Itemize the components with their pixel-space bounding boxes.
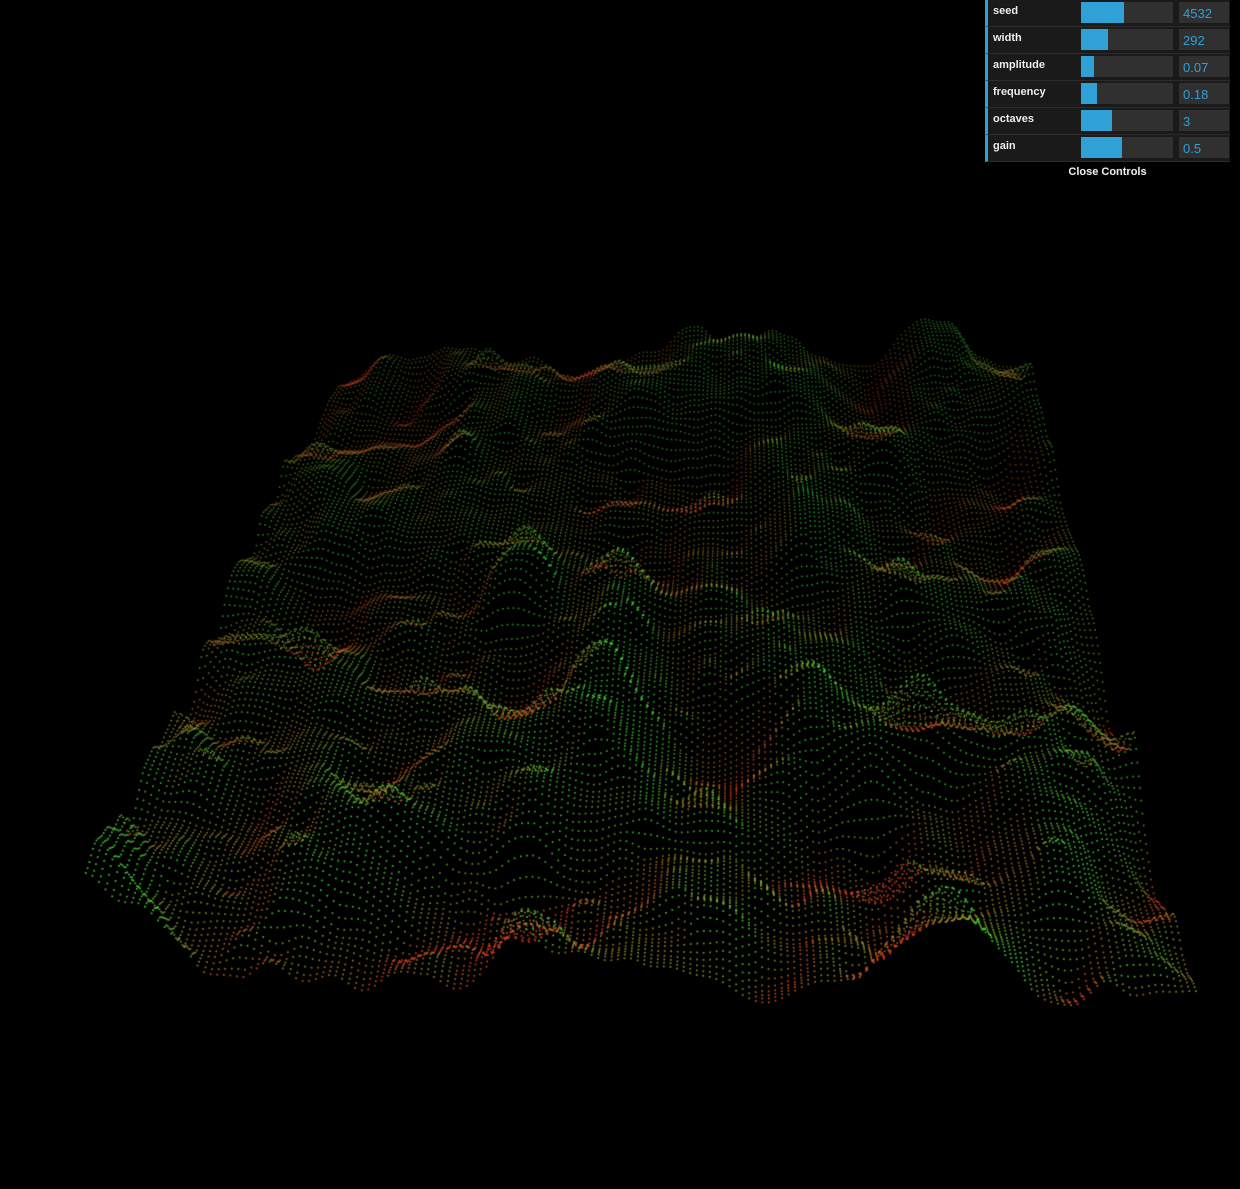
gain-slider[interactable] <box>1081 137 1173 158</box>
frequency-slider[interactable] <box>1081 83 1173 104</box>
control-label-seed: seed <box>993 5 1019 17</box>
width-slider[interactable] <box>1081 29 1173 50</box>
control-label-gain: gain <box>993 140 1016 152</box>
octaves-input[interactable] <box>1179 110 1229 131</box>
amplitude-input[interactable] <box>1179 56 1229 77</box>
frequency-slider-fill <box>1081 83 1097 104</box>
width-input[interactable] <box>1179 29 1229 50</box>
gain-slider-fill <box>1081 137 1123 158</box>
control-row-frequency: frequency <box>985 81 1230 108</box>
control-row-amplitude: amplitude <box>985 54 1230 81</box>
close-controls-button[interactable]: Close Controls <box>985 162 1230 182</box>
seed-slider[interactable] <box>1081 2 1173 23</box>
control-label-frequency: frequency <box>993 86 1046 98</box>
control-label-amplitude: amplitude <box>993 59 1045 71</box>
amplitude-slider-fill <box>1081 56 1094 77</box>
frequency-input[interactable] <box>1179 83 1229 104</box>
seed-slider-fill <box>1081 2 1125 23</box>
controls-panel: seed width amplitude frequency octaves g… <box>985 0 1230 182</box>
octaves-slider[interactable] <box>1081 110 1173 131</box>
control-row-octaves: octaves <box>985 108 1230 135</box>
control-label-width: width <box>993 32 1022 44</box>
control-row-seed: seed <box>985 0 1230 27</box>
seed-input[interactable] <box>1179 2 1229 23</box>
control-label-octaves: octaves <box>993 113 1034 125</box>
amplitude-slider[interactable] <box>1081 56 1173 77</box>
control-row-width: width <box>985 27 1230 54</box>
octaves-slider-fill <box>1081 110 1113 131</box>
gain-input[interactable] <box>1179 137 1229 158</box>
control-row-gain: gain <box>985 135 1230 162</box>
width-slider-fill <box>1081 29 1108 50</box>
